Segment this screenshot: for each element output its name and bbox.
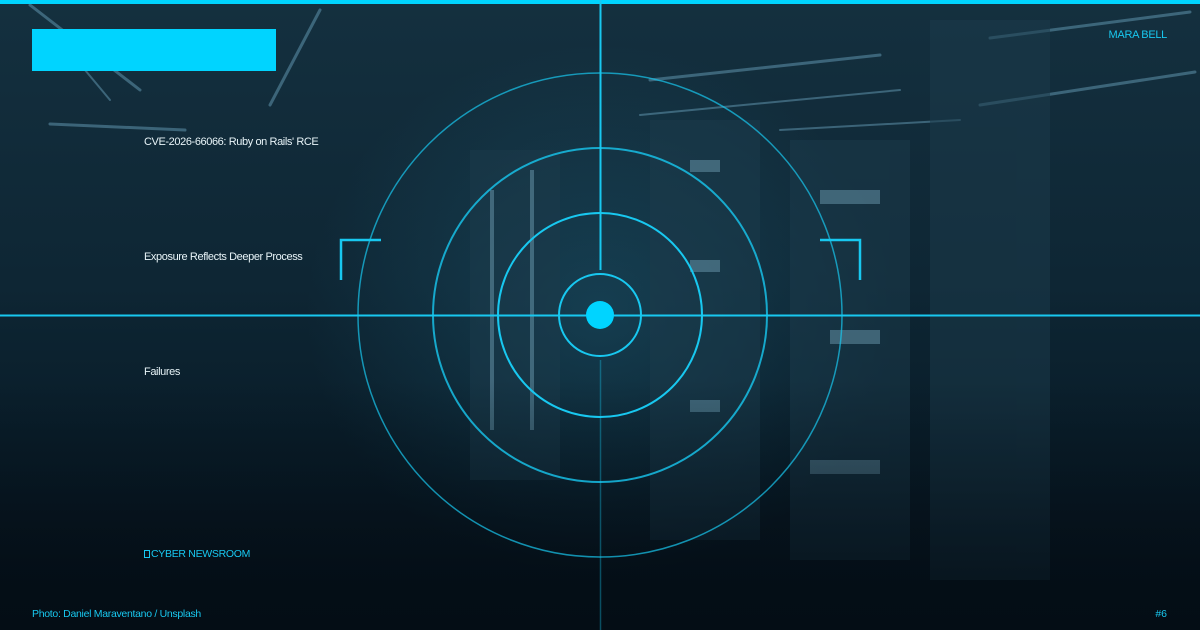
headline-line-1: CVE-2026-66066: Ruby on Rails' RCE: [144, 136, 319, 148]
brand-name: CYBER NEWSROOM: [151, 548, 251, 560]
photo-credit: Photo: Daniel Maraventano / Unsplash: [32, 608, 201, 620]
headline-line-2: Exposure Reflects Deeper Process: [144, 251, 303, 263]
article-card: MARA BELL CVE-2026-66066: Ruby on Rails'…: [0, 0, 1200, 630]
brand-label: CYBER NEWSROOM: [144, 548, 250, 560]
headline-line-3: Failures: [144, 366, 180, 378]
target-reticle: [0, 0, 1200, 630]
author-name: MARA BELL: [1108, 29, 1168, 41]
page-number: #6: [1155, 608, 1167, 620]
newsroom-glyph-icon: [144, 550, 150, 558]
